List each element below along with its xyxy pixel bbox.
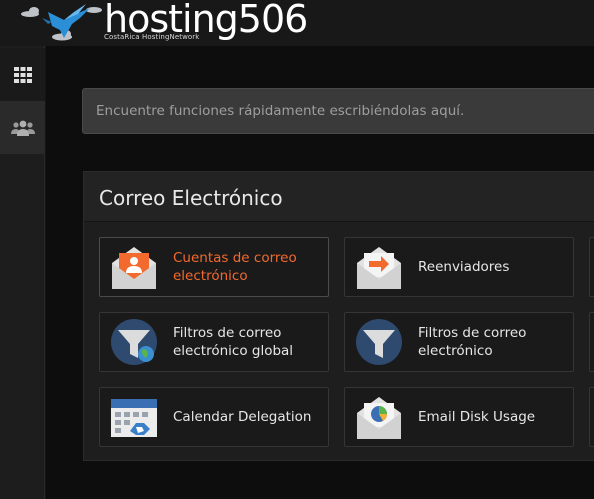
tile-label: Filtros de correo electrónico global bbox=[173, 324, 293, 360]
sidebar-item-users[interactable] bbox=[0, 101, 45, 154]
global-filter-icon bbox=[110, 318, 158, 366]
section-title: Correo Electrónico bbox=[99, 186, 283, 210]
tile-forwarders[interactable]: Reenviadores bbox=[344, 237, 574, 297]
sidebar-item-tools[interactable] bbox=[0, 48, 45, 101]
tile-label: Calendar Delegation bbox=[173, 409, 312, 425]
grid-icon bbox=[13, 66, 32, 83]
tile-label-line2: electrónico bbox=[173, 268, 248, 284]
search-input[interactable] bbox=[83, 89, 594, 133]
tile-partial[interactable] bbox=[589, 312, 594, 372]
calendar-icon bbox=[110, 393, 158, 441]
tile-partial[interactable] bbox=[589, 387, 594, 447]
tile-label-line1: Filtros de correo bbox=[418, 325, 527, 341]
email-account-icon bbox=[110, 243, 158, 291]
tile-label: Cuentas de correo electrónico bbox=[173, 249, 297, 285]
users-icon bbox=[10, 120, 35, 136]
tile-calendar-delegation[interactable]: Calendar Delegation bbox=[99, 387, 329, 447]
main-content: Correo Electrónico Cuentas de correo ele… bbox=[46, 46, 594, 499]
tile-label-line1: Cuentas de correo bbox=[173, 250, 297, 266]
tile-email-disk-usage[interactable]: Email Disk Usage bbox=[344, 387, 574, 447]
section-header[interactable]: Correo Electrónico bbox=[84, 172, 594, 222]
tile-partial[interactable] bbox=[589, 237, 594, 297]
brand-logo[interactable]: hosting506 CostaRica HostingNetwork bbox=[18, 0, 308, 46]
sidebar bbox=[0, 46, 45, 499]
tile-label: Email Disk Usage bbox=[418, 409, 536, 425]
brand-tagline: CostaRica HostingNetwork bbox=[104, 33, 200, 41]
hummingbird-logo-icon bbox=[21, 4, 102, 41]
tile-label-line2: electrónico global bbox=[173, 343, 294, 359]
tile-email-filters[interactable]: Filtros de correo electrónico bbox=[344, 312, 574, 372]
top-header: hosting506 CostaRica HostingNetwork bbox=[0, 0, 594, 46]
tile-label-line1: Filtros de correo bbox=[173, 325, 282, 341]
tile-label: Reenviadores bbox=[418, 259, 510, 275]
forwarder-icon bbox=[355, 243, 403, 291]
email-section-panel: Correo Electrónico Cuentas de correo ele… bbox=[83, 171, 594, 461]
filter-icon bbox=[355, 318, 403, 366]
quick-search[interactable] bbox=[82, 88, 594, 134]
tile-email-accounts[interactable]: Cuentas de correo electrónico bbox=[99, 237, 329, 297]
tile-label: Filtros de correo electrónico bbox=[418, 324, 526, 360]
disk-usage-icon bbox=[355, 393, 403, 441]
tile-label-line2: electrónico bbox=[418, 343, 493, 359]
tile-global-email-filters[interactable]: Filtros de correo electrónico global bbox=[99, 312, 329, 372]
